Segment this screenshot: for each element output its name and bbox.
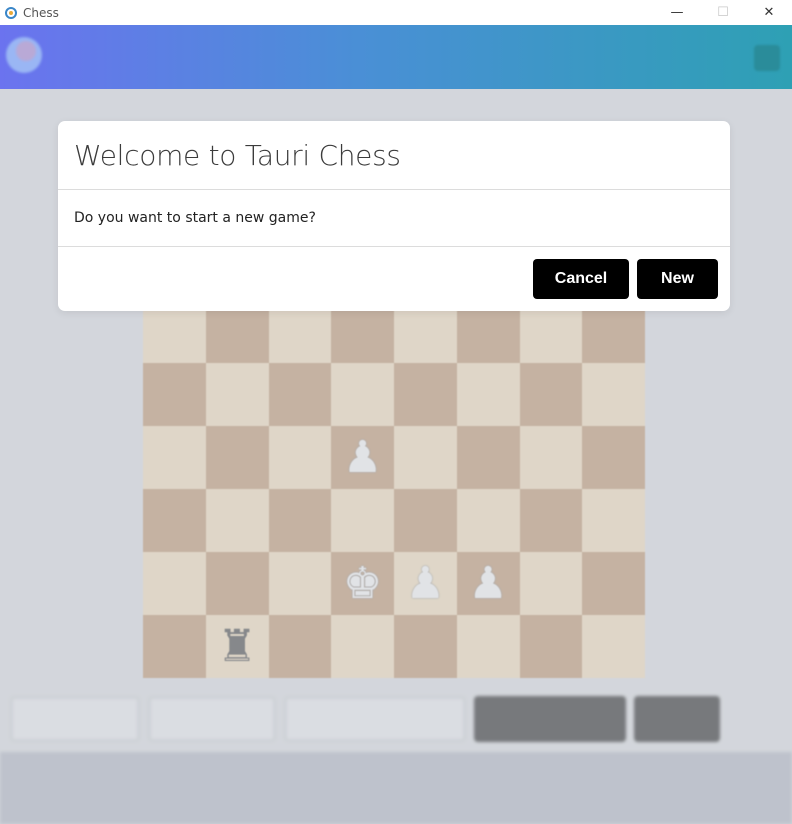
window-controls: — ☐ ✕ (654, 0, 792, 25)
window-title: Chess (23, 5, 59, 20)
dialog-header: Welcome to Tauri Chess (58, 121, 730, 190)
close-button[interactable]: ✕ (746, 0, 792, 25)
minimize-button[interactable]: — (654, 0, 700, 25)
new-game-button[interactable]: New (637, 259, 718, 299)
app-logo (6, 37, 42, 73)
dialog-footer: Cancel New (58, 247, 730, 310)
app-header (0, 25, 792, 89)
app-icon (5, 6, 17, 19)
window-titlebar: Chess — ☐ ✕ (0, 0, 792, 25)
welcome-dialog: Welcome to Tauri Chess Do you want to st… (58, 121, 730, 311)
header-menu-button[interactable] (754, 45, 780, 71)
dialog-body: Do you want to start a new game? (58, 190, 730, 247)
dialog-title: Welcome to Tauri Chess (74, 138, 401, 172)
cancel-button[interactable]: Cancel (533, 259, 629, 299)
dialog-message: Do you want to start a new game? (74, 210, 316, 226)
maximize-button[interactable]: ☐ (700, 0, 746, 25)
